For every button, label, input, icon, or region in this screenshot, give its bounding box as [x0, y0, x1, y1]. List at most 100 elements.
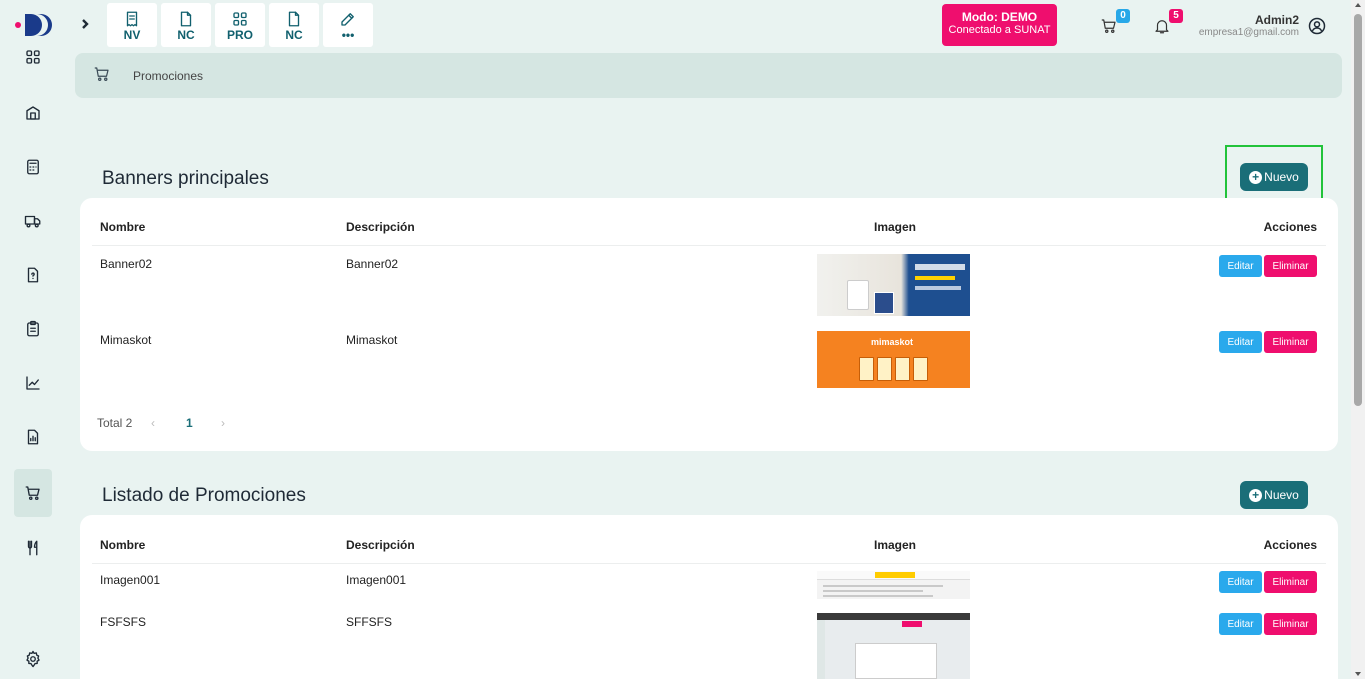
column-header-descripcion: Descripción [346, 220, 415, 234]
expand-sidebar-button[interactable] [76, 14, 94, 34]
sidebar-item-reports[interactable] [14, 364, 52, 402]
plus-circle-icon: + [1249, 488, 1263, 502]
promotion-name: Imagen001 [100, 573, 161, 587]
document-icon [180, 11, 192, 26]
new-promotion-button[interactable]: + Nuevo [1240, 481, 1308, 509]
edit-icon [341, 12, 354, 26]
banner-description: Banner02 [346, 257, 399, 271]
banners-table: Nombre Descripción Imagen Acciones Banne… [80, 198, 1338, 451]
receipt-icon [126, 11, 138, 26]
quick-action-label: ••• [341, 27, 355, 42]
edit-button[interactable]: Editar [1219, 255, 1262, 277]
column-header-nombre: Nombre [100, 538, 146, 552]
column-header-acciones: Acciones [1263, 220, 1317, 234]
promotion-image [817, 571, 970, 599]
delete-button[interactable]: Eliminar [1264, 571, 1317, 593]
column-header-acciones: Acciones [1263, 538, 1317, 552]
breadcrumb: Promociones [75, 53, 1342, 98]
scroll-down-arrow[interactable] [1355, 672, 1361, 676]
banner-description: Mimaskot [346, 333, 398, 347]
sidebar [0, 0, 65, 679]
quick-action-nv[interactable]: NV [107, 3, 157, 47]
delete-button[interactable]: Eliminar [1264, 331, 1317, 353]
mimaskot-brand-text: mimaskot [871, 337, 914, 347]
chevron-right-icon [82, 19, 89, 29]
edit-button[interactable]: Editar [1219, 613, 1262, 635]
delete-button[interactable]: Eliminar [1264, 255, 1317, 277]
shopping-cart-icon [25, 486, 40, 501]
plus-circle-icon: + [1249, 170, 1263, 184]
calculator-icon [27, 159, 39, 175]
column-header-imagen: Imagen [874, 538, 917, 552]
user-menu-button[interactable] [1307, 16, 1327, 36]
scrollbar-thumb[interactable] [1354, 14, 1362, 406]
new-banner-label: Nuevo [1264, 170, 1299, 184]
quick-action-nc-2[interactable]: NC [269, 3, 319, 47]
column-header-descripcion: Descripción [346, 538, 415, 552]
promotion-image [817, 613, 970, 679]
sidebar-item-orders[interactable] [14, 310, 52, 348]
quick-action-pro[interactable]: PRO [215, 3, 265, 47]
promotion-description: Imagen001 [346, 573, 407, 587]
banner-image: mimaskot [817, 331, 970, 388]
sidebar-item-documents[interactable] [14, 256, 52, 294]
notifications-button[interactable]: 5 [1153, 9, 1183, 37]
utensils-icon [27, 540, 38, 556]
column-header-imagen: Imagen [874, 220, 917, 234]
sidebar-item-shipping[interactable] [14, 202, 52, 240]
banner-image [817, 254, 970, 316]
gear-icon [26, 650, 40, 668]
sidebar-item-pos[interactable] [14, 148, 52, 186]
edit-button[interactable]: Editar [1219, 571, 1262, 593]
sidebar-item-settings[interactable] [14, 640, 52, 678]
user-circle-icon [1308, 17, 1326, 35]
user-info[interactable]: Admin2 empresa1@gmail.com [1199, 14, 1299, 39]
mode-subtitle: Conectado a SUNAT [948, 24, 1051, 36]
quick-action-label: NV [123, 27, 141, 42]
header-divider [92, 245, 1326, 246]
file-question-icon [27, 267, 39, 283]
cart-count-badge: 0 [1116, 9, 1130, 23]
scroll-up-arrow[interactable] [1355, 3, 1361, 7]
page-scrollbar[interactable] [1351, 0, 1365, 679]
quick-action-label: NC [177, 27, 195, 42]
notifications-count-badge: 5 [1169, 9, 1183, 23]
page-number[interactable]: 1 [186, 416, 193, 430]
app-logo[interactable] [14, 12, 54, 38]
edit-button[interactable]: Editar [1219, 331, 1262, 353]
prev-page-button[interactable]: ‹ [151, 416, 155, 430]
user-name: Admin2 [1254, 13, 1299, 27]
promotion-name: FSFSFS [100, 615, 147, 629]
banner-name: Banner02 [100, 257, 153, 271]
header-divider [92, 563, 1326, 564]
banner-name: Mimaskot [100, 333, 152, 347]
clipboard-icon [27, 320, 39, 337]
sidebar-item-establishments[interactable] [14, 94, 52, 132]
sidebar-item-promotions[interactable] [14, 469, 52, 517]
document-icon [288, 11, 300, 26]
sidebar-item-dashboard[interactable] [14, 40, 52, 74]
delete-button[interactable]: Eliminar [1264, 613, 1317, 635]
shopping-cart-icon [94, 67, 109, 81]
quick-action-nc[interactable]: NC [161, 3, 211, 47]
pagination-total: Total 2 [97, 416, 133, 430]
new-banner-button[interactable]: + Nuevo [1240, 163, 1308, 191]
demo-mode-badge[interactable]: Modo: DEMO Conectado a SUNAT [942, 4, 1057, 46]
mode-title: Modo: DEMO [961, 10, 1038, 24]
grid-icon [26, 50, 40, 64]
quick-action-label: NC [285, 27, 303, 42]
promotions-title: Listado de Promociones [102, 485, 306, 506]
grid-icon [233, 11, 247, 26]
column-header-nombre: Nombre [100, 220, 146, 234]
sidebar-item-file-reports[interactable] [14, 418, 52, 456]
chart-line-icon [26, 376, 40, 390]
promotion-description: SFFSFS [346, 615, 393, 629]
quick-action-more[interactable]: ••• [323, 3, 373, 47]
next-page-button[interactable]: › [221, 416, 225, 430]
sidebar-item-restaurant[interactable] [14, 529, 52, 567]
cart-button[interactable]: 0 [1100, 9, 1130, 37]
breadcrumb-label: Promociones [133, 69, 204, 83]
truck-icon [24, 215, 41, 228]
quick-action-label: PRO [226, 27, 253, 42]
promotions-table: Nombre Descripción Imagen Acciones Image… [80, 515, 1338, 679]
